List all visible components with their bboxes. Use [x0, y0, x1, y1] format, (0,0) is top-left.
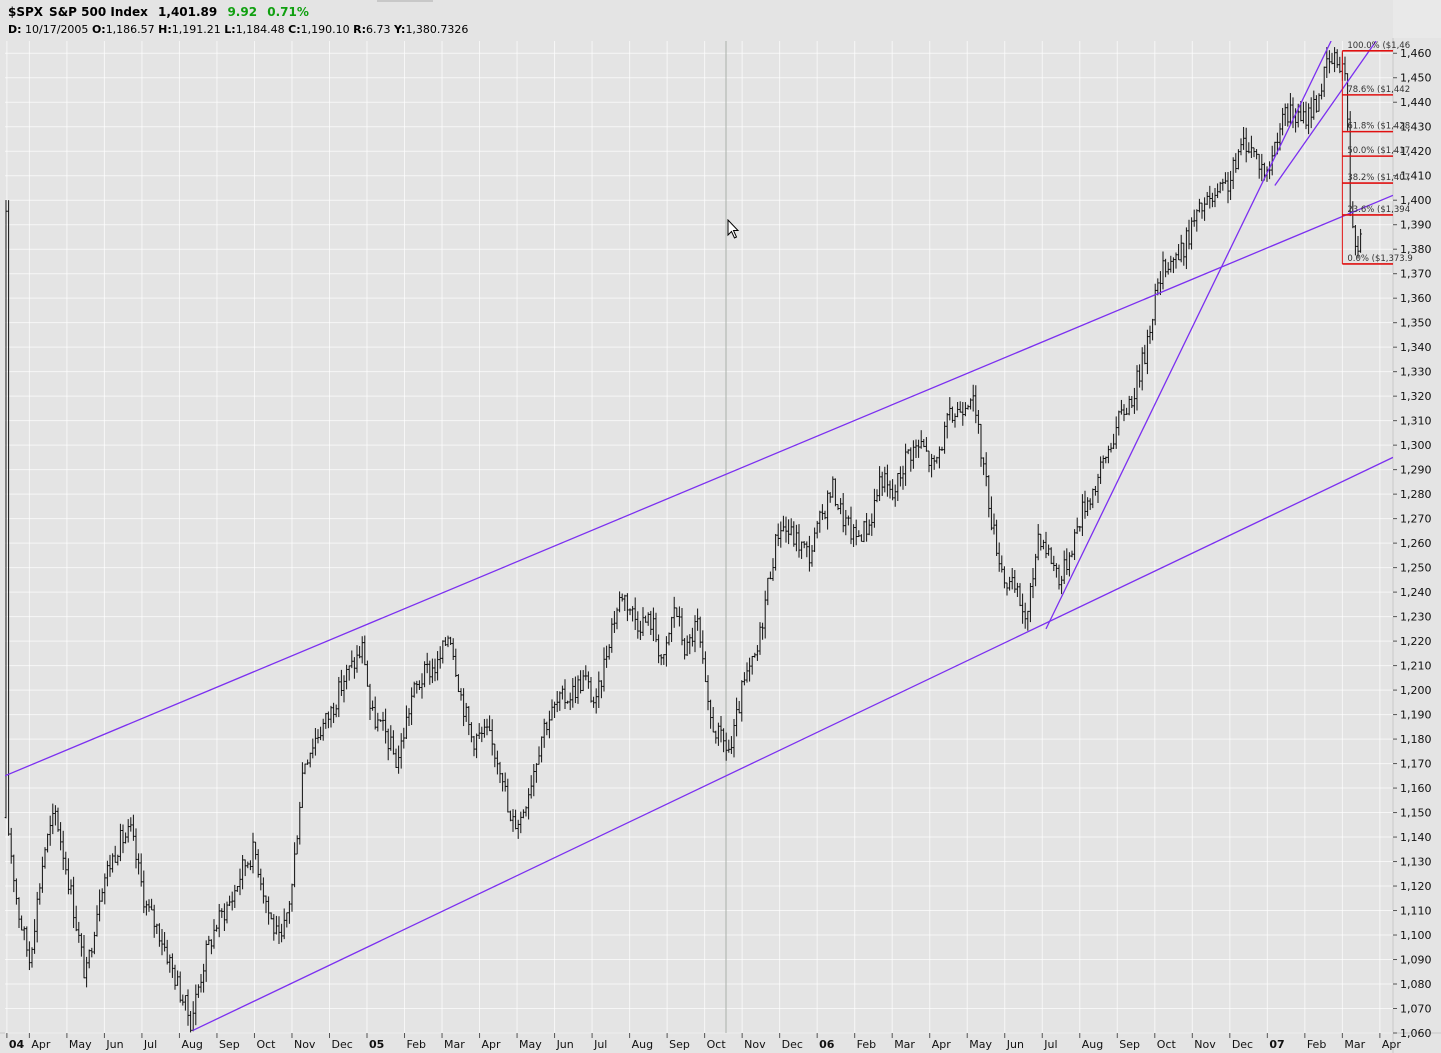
x-tick-label: Apr — [31, 1038, 51, 1051]
fib-level-label: 0.0% ($1,373.9 — [1347, 254, 1412, 264]
y-tick-label: 1,350 — [1400, 317, 1432, 330]
x-tick-label: Feb — [857, 1038, 876, 1051]
x-tick-label: Feb — [1307, 1038, 1326, 1051]
y-tick-label: 1,340 — [1400, 341, 1432, 354]
x-tick-label: Sep — [1119, 1038, 1140, 1051]
x-tick-label: Jul — [1043, 1038, 1057, 1051]
y-tick-label: 1,140 — [1400, 831, 1432, 844]
y-tick-label: 1,330 — [1400, 366, 1432, 379]
fib-level-label: 78.6% ($1,442 — [1347, 85, 1410, 95]
y-tick-label: 1,440 — [1400, 96, 1432, 109]
x-tick-label: Aug — [632, 1038, 653, 1051]
y-tick-label: 1,210 — [1400, 660, 1432, 673]
price-chart[interactable]: 1,060 1,070 1,080 1,090 1,100 1,110 1,120 1,130… — [0, 0, 1441, 1053]
x-tick-label: Aug — [1082, 1038, 1103, 1051]
y-tick-label: 1,450 — [1400, 72, 1432, 85]
x-tick-label: Jun — [105, 1038, 123, 1051]
x-tick-label: Apr — [1382, 1038, 1402, 1051]
x-tick-label: Dec — [331, 1038, 352, 1051]
y-tick-label: 1,300 — [1400, 439, 1432, 452]
x-tick-label: Mar — [894, 1038, 915, 1051]
y-tick-label: 1,390 — [1400, 219, 1432, 232]
y-tick-label: 1,270 — [1400, 513, 1432, 526]
y-tick-label: 1,230 — [1400, 611, 1432, 624]
x-tick-label: Nov — [744, 1038, 766, 1051]
y-tick-label: 1,250 — [1400, 562, 1432, 575]
x-tick-label: Dec — [782, 1038, 803, 1051]
x-tick-label: Sep — [669, 1038, 690, 1051]
y-tick-label: 1,160 — [1400, 782, 1432, 795]
x-tick-label: Oct — [707, 1038, 727, 1051]
y-tick-label: 1,070 — [1400, 1003, 1432, 1016]
x-tick-label: 05 — [369, 1038, 384, 1051]
y-tick-label: 1,360 — [1400, 292, 1432, 305]
fib-level-label: 38.2% ($1,407 — [1347, 173, 1410, 183]
x-tick-label: 07 — [1269, 1038, 1284, 1051]
y-tick-label: 1,170 — [1400, 758, 1432, 771]
x-tick-label: 04 — [9, 1038, 25, 1051]
x-tick-label: Nov — [1194, 1038, 1216, 1051]
y-tick-label: 1,200 — [1400, 684, 1432, 697]
y-tick-label: 1,280 — [1400, 488, 1432, 501]
x-tick-label: Apr — [932, 1038, 952, 1051]
y-tick-label: 1,080 — [1400, 978, 1432, 991]
x-tick-label: Sep — [219, 1038, 240, 1051]
x-tick-label: Jun — [556, 1038, 574, 1051]
y-tick-label: 1,090 — [1400, 954, 1432, 967]
x-tick-label: Jul — [593, 1038, 607, 1051]
x-tick-label: Feb — [407, 1038, 426, 1051]
fib-level-label: 50.0% ($1,417 — [1347, 146, 1410, 156]
y-tick-label: 1,320 — [1400, 390, 1432, 403]
x-tick-label: Jun — [1006, 1038, 1024, 1051]
fib-level-label: 100.0% ($1,46 — [1347, 41, 1410, 51]
x-tick-label: Oct — [256, 1038, 276, 1051]
x-tick-label: Aug — [181, 1038, 202, 1051]
x-tick-label: 06 — [819, 1038, 835, 1051]
fib-level-label: 61.8% ($1,428 — [1347, 122, 1410, 132]
x-tick-label: Mar — [444, 1038, 465, 1051]
x-tick-label: May — [969, 1038, 992, 1051]
y-tick-label: 1,190 — [1400, 709, 1432, 722]
y-tick-label: 1,260 — [1400, 537, 1432, 550]
y-tick-label: 1,130 — [1400, 856, 1432, 869]
x-tick-label: Apr — [482, 1038, 502, 1051]
x-tick-label: Dec — [1232, 1038, 1253, 1051]
y-tick-label: 1,060 — [1400, 1027, 1432, 1040]
x-tick-label: Nov — [294, 1038, 316, 1051]
y-tick-label: 1,370 — [1400, 268, 1432, 281]
plot-area — [5, 41, 1393, 1033]
mouse-pointer-icon — [727, 219, 740, 239]
y-tick-label: 1,310 — [1400, 415, 1432, 428]
y-tick-label: 1,220 — [1400, 635, 1432, 648]
y-tick-label: 1,120 — [1400, 880, 1432, 893]
y-tick-label: 1,180 — [1400, 733, 1432, 746]
x-tick-label: Mar — [1344, 1038, 1365, 1051]
x-tick-label: May — [69, 1038, 92, 1051]
x-tick-label: Jul — [143, 1038, 157, 1051]
y-tick-label: 1,290 — [1400, 464, 1432, 477]
y-tick-label: 1,100 — [1400, 929, 1432, 942]
x-tick-label: Oct — [1157, 1038, 1177, 1051]
x-tick-label: May — [519, 1038, 542, 1051]
y-tick-label: 1,110 — [1400, 905, 1432, 918]
y-tick-label: 1,240 — [1400, 586, 1432, 599]
fib-level-label: 23.6% ($1,394 — [1347, 205, 1410, 215]
y-tick-label: 1,150 — [1400, 807, 1432, 820]
